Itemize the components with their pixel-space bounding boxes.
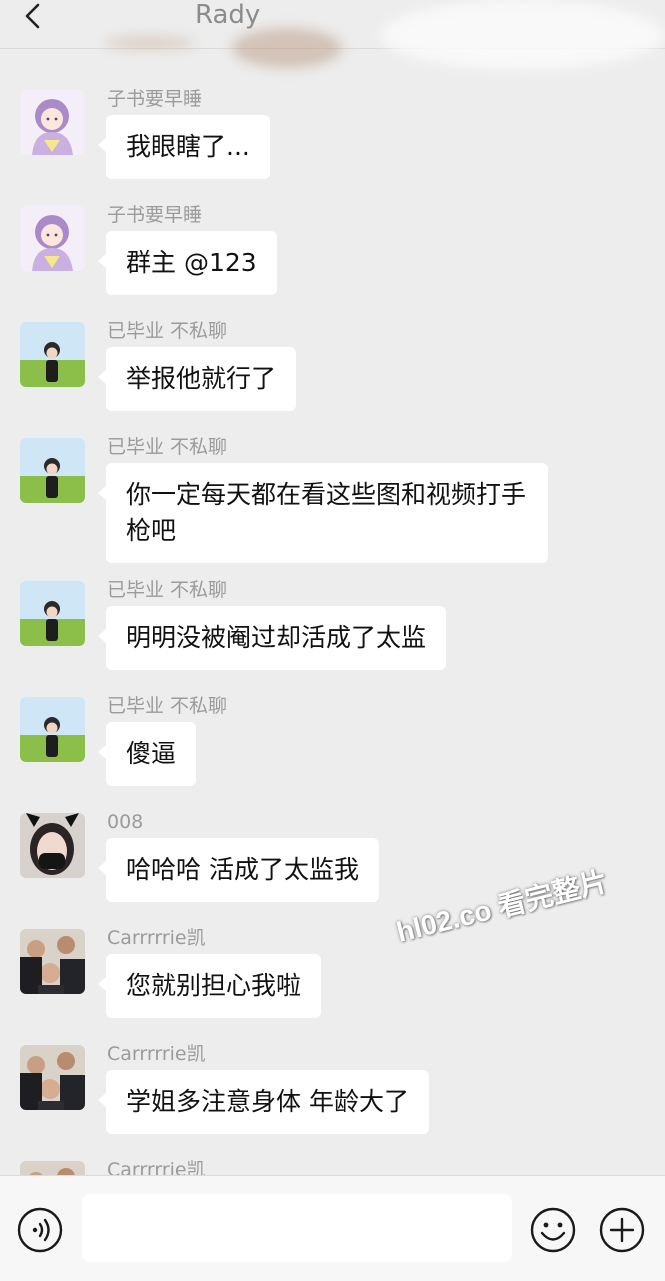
- emoji-icon: [530, 1207, 576, 1253]
- message-bubble[interactable]: 群主 @123: [98, 231, 277, 295]
- sender-name: 已毕业 不私聊: [107, 695, 228, 717]
- voice-button[interactable]: [16, 1206, 64, 1254]
- field-girl-avatar[interactable]: [20, 581, 85, 646]
- input-bar: [0, 1175, 665, 1281]
- voice-icon: [17, 1207, 63, 1253]
- field-girl-avatar[interactable]: [20, 697, 85, 762]
- sender-name: 已毕业 不私聊: [107, 436, 228, 458]
- sender-name: 子书要早睡: [107, 88, 203, 110]
- message-input[interactable]: [82, 1194, 512, 1262]
- redaction-smudge: [105, 36, 195, 50]
- sender-name: 子书要早睡: [107, 204, 203, 226]
- field-girl-avatar[interactable]: [20, 322, 85, 387]
- sender-name: 008: [107, 811, 144, 833]
- group-photo-avatar[interactable]: [20, 1161, 85, 1175]
- sender-name: 已毕业 不私聊: [107, 320, 228, 342]
- masked-girl-avatar[interactable]: [20, 813, 85, 878]
- message-bubble[interactable]: 明明没被阉过却活成了太监: [97, 606, 447, 670]
- message-bubble[interactable]: 哈哈哈 活成了太监我: [98, 838, 379, 902]
- plus-icon: [599, 1207, 645, 1253]
- redaction-smudge: [380, 0, 665, 70]
- emoji-button[interactable]: [529, 1206, 577, 1254]
- message-bubble[interactable]: 傻逼: [97, 722, 197, 786]
- top-nav-bar: Rady: [0, 0, 665, 70]
- message-bubble[interactable]: 您就别担心我啦: [97, 954, 322, 1018]
- sender-name: Carrrrrie凯: [107, 1043, 206, 1065]
- anime-girl-avatar[interactable]: [20, 90, 85, 155]
- message-bubble[interactable]: 我眼瞎了...: [98, 115, 270, 179]
- message-bubble[interactable]: 你一定每天都在看这些图和视频打手枪吧: [98, 463, 548, 563]
- group-photo-avatar[interactable]: [20, 929, 85, 994]
- redaction-smudge: [232, 28, 342, 68]
- chat-area[interactable]: 子书要早睡 我眼瞎了... 子书要早睡 群主 @123 已毕业 不私聊 举报他就…: [0, 49, 665, 1175]
- sender-name: Carrrrrie凯: [107, 1159, 206, 1175]
- message-bubble[interactable]: 学姐多注意身体 年龄大了: [98, 1070, 429, 1134]
- anime-girl-avatar[interactable]: [20, 206, 85, 271]
- field-girl-avatar[interactable]: [20, 438, 85, 503]
- message-bubble[interactable]: 举报他就行了: [97, 347, 297, 411]
- more-button[interactable]: [598, 1206, 646, 1254]
- chevron-left-icon: [25, 3, 40, 29]
- sender-name: Carrrrrie凯: [107, 927, 206, 949]
- sender-name: 已毕业 不私聊: [107, 579, 228, 601]
- group-photo-avatar[interactable]: [20, 1045, 85, 1110]
- back-button[interactable]: [20, 2, 50, 32]
- chat-title: Rady: [195, 0, 261, 30]
